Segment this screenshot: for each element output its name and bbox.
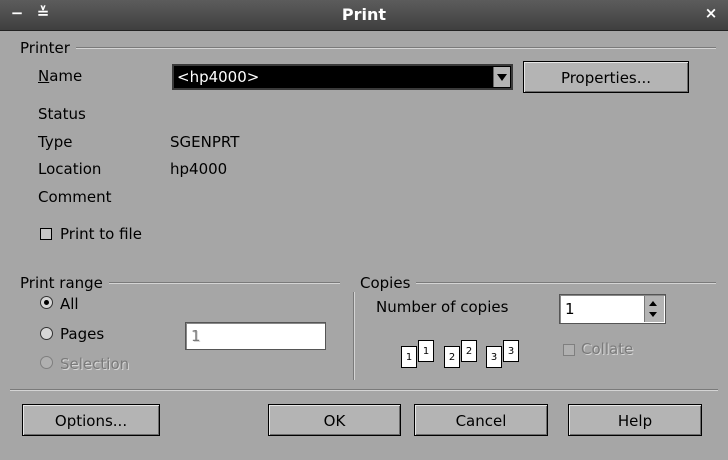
pages-input[interactable]: 1 <box>185 322 326 350</box>
collate-page-icon: 3 <box>503 340 519 362</box>
status-label: Status <box>38 105 86 123</box>
options-button[interactable]: Options... <box>22 404 160 436</box>
collate-checkbox[interactable] <box>563 344 575 356</box>
collate-page-icon: 1 <box>418 340 434 362</box>
copies-group-label: Copies <box>360 274 417 292</box>
printer-group-label: Printer <box>20 39 76 57</box>
radio-all-label[interactable]: All <box>60 295 79 313</box>
print-range-group-label: Print range <box>20 274 109 292</box>
collate-page-icon: 1 <box>401 346 417 368</box>
radio-pages-label[interactable]: Pages <box>60 325 104 343</box>
close-icon[interactable]: × <box>702 4 720 22</box>
radio-all[interactable] <box>40 296 53 309</box>
chevron-down-icon[interactable] <box>493 67 510 87</box>
footer-separator <box>10 389 718 391</box>
radio-selection[interactable] <box>40 356 53 369</box>
range-copies-separator <box>353 292 355 380</box>
window-title: Print <box>341 5 387 24</box>
printer-name-combobox[interactable]: <hp4000> <box>172 64 513 90</box>
print-to-file-label[interactable]: Print to file <box>60 225 142 243</box>
copies-group-separator <box>412 282 716 284</box>
name-label-rest: ame <box>49 67 83 85</box>
collate-page-icon: 3 <box>486 346 502 368</box>
copies-spinner[interactable] <box>644 296 664 322</box>
radio-pages[interactable] <box>40 327 53 340</box>
location-label: Location <box>38 160 102 178</box>
help-button[interactable]: Help <box>568 404 702 436</box>
collate-page-icon: 2 <box>461 340 477 362</box>
name-label: Name <box>38 67 82 85</box>
comment-label: Comment <box>38 188 112 206</box>
radio-selection-label[interactable]: Selection <box>60 355 129 373</box>
type-value: SGENPRT <box>170 133 240 151</box>
printer-group-separator <box>76 47 716 49</box>
spin-down-icon[interactable] <box>649 312 657 317</box>
ok-button[interactable]: OK <box>268 404 401 436</box>
number-of-copies-label: Number of copies <box>376 298 509 316</box>
print-range-group-separator <box>104 282 340 284</box>
collate-page-icon: 2 <box>444 346 460 368</box>
location-value: hp4000 <box>170 160 228 178</box>
printer-name-value: <hp4000> <box>177 68 260 86</box>
type-label: Type <box>38 133 73 151</box>
cancel-button[interactable]: Cancel <box>414 404 548 436</box>
print-to-file-checkbox[interactable] <box>40 228 52 240</box>
title-bar: − ≚ Print × <box>0 0 728 31</box>
spin-up-icon[interactable] <box>649 301 657 306</box>
collate-label[interactable]: Collate <box>581 340 633 358</box>
properties-button[interactable]: Properties... <box>523 61 689 93</box>
name-label-mnemonic: N <box>38 67 50 85</box>
